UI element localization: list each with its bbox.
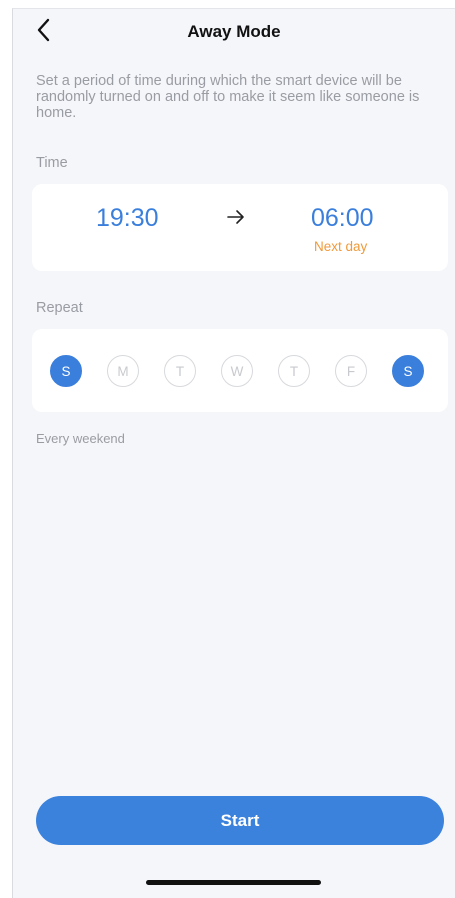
- day-toggle-tuesday[interactable]: T: [164, 355, 196, 387]
- arrow-right-icon: [226, 209, 246, 230]
- away-mode-screen: Away Mode Set a period of time during wh…: [12, 8, 455, 898]
- day-toggle-sunday[interactable]: S: [50, 355, 82, 387]
- repeat-section-label: Repeat: [36, 300, 83, 316]
- description-text: Set a period of time during which the sm…: [36, 73, 420, 121]
- time-range-card[interactable]: 19:30 06:00 Next day: [32, 184, 448, 271]
- repeat-summary: Every weekend: [36, 431, 125, 446]
- day-toggle-friday[interactable]: F: [335, 355, 367, 387]
- day-toggle-wednesday[interactable]: W: [221, 355, 253, 387]
- next-day-note: Next day: [314, 239, 368, 254]
- day-toggle-monday[interactable]: M: [107, 355, 139, 387]
- start-time[interactable]: 19:30: [96, 204, 159, 233]
- day-toggle-thursday[interactable]: T: [278, 355, 310, 387]
- header: Away Mode: [13, 9, 455, 55]
- time-section-label: Time: [36, 155, 68, 171]
- day-toggle-saturday[interactable]: S: [392, 355, 424, 387]
- start-button[interactable]: Start: [36, 796, 444, 845]
- repeat-days-card: S M T W T F S: [32, 329, 448, 412]
- end-time[interactable]: 06:00: [311, 204, 374, 233]
- home-indicator: [146, 880, 321, 885]
- page-title: Away Mode: [187, 22, 281, 41]
